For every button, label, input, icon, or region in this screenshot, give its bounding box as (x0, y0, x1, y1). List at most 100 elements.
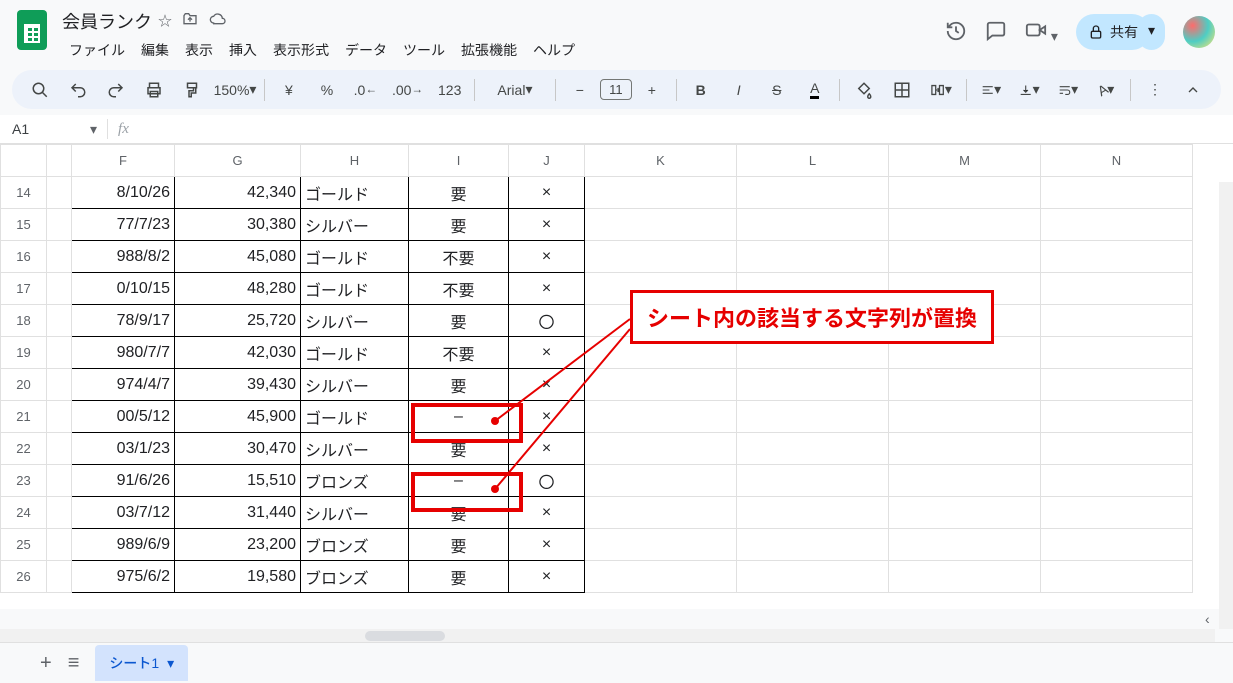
cell[interactable]: × (509, 177, 585, 209)
cell[interactable] (585, 209, 737, 241)
cell[interactable] (889, 497, 1041, 529)
name-box[interactable]: A1 (12, 117, 80, 141)
cell[interactable]: 77/7/23 (72, 209, 175, 241)
vertical-scrollbar[interactable] (1219, 182, 1233, 629)
explore-icon[interactable]: ‹ (1205, 611, 1229, 635)
cell[interactable]: 974/4/7 (72, 369, 175, 401)
increase-decimal-icon[interactable]: .00→ (386, 76, 430, 104)
cell[interactable] (585, 465, 737, 497)
cell[interactable] (737, 497, 889, 529)
cell[interactable] (47, 337, 72, 369)
select-all-corner[interactable] (1, 145, 47, 177)
cell[interactable] (1041, 497, 1193, 529)
account-avatar[interactable] (1183, 16, 1215, 48)
print-icon[interactable] (136, 75, 172, 105)
cell[interactable]: シルバー (301, 209, 409, 241)
cell[interactable]: 25,720 (175, 305, 301, 337)
merge-cells-icon[interactable]: ▾ (922, 75, 960, 105)
row-header[interactable]: 18 (1, 305, 47, 337)
cell[interactable]: × (509, 433, 585, 465)
cell[interactable]: 31,440 (175, 497, 301, 529)
cell[interactable] (47, 561, 72, 593)
cell[interactable]: シルバー (301, 433, 409, 465)
cell[interactable]: 15,510 (175, 465, 301, 497)
column-header[interactable]: L (737, 145, 889, 177)
row-header[interactable]: 19 (1, 337, 47, 369)
cell[interactable]: 要 (409, 209, 509, 241)
more-formats-icon[interactable]: 123 (431, 76, 468, 104)
cell[interactable]: 要 (409, 177, 509, 209)
row-header[interactable]: 21 (1, 401, 47, 433)
cell[interactable]: × (509, 561, 585, 593)
cell[interactable]: 0/10/15 (72, 273, 175, 305)
cell[interactable]: シルバー (301, 305, 409, 337)
row-header[interactable]: 15 (1, 209, 47, 241)
percent-icon[interactable]: % (309, 76, 345, 104)
cell[interactable] (585, 497, 737, 529)
cell[interactable] (47, 465, 72, 497)
column-header[interactable]: H (301, 145, 409, 177)
menu-view[interactable]: 表示 (178, 36, 220, 64)
cell[interactable]: – (409, 401, 509, 433)
column-header[interactable]: I (409, 145, 509, 177)
cell[interactable] (585, 369, 737, 401)
fill-color-icon[interactable] (846, 75, 882, 105)
cell[interactable] (1041, 369, 1193, 401)
cell[interactable]: × (509, 241, 585, 273)
cell[interactable]: 78/9/17 (72, 305, 175, 337)
currency-yen-icon[interactable]: ¥ (271, 76, 307, 104)
cell[interactable]: 42,030 (175, 337, 301, 369)
cell[interactable] (889, 561, 1041, 593)
paint-format-icon[interactable] (174, 75, 210, 105)
cell[interactable] (889, 209, 1041, 241)
row-header[interactable]: 23 (1, 465, 47, 497)
cell[interactable] (737, 369, 889, 401)
cell[interactable] (1041, 209, 1193, 241)
cell[interactable] (1041, 529, 1193, 561)
cell[interactable]: 45,900 (175, 401, 301, 433)
cell[interactable]: ブロンズ (301, 561, 409, 593)
strikethrough-icon[interactable]: S (759, 76, 795, 104)
cell[interactable]: ゴールド (301, 337, 409, 369)
cell[interactable]: シルバー (301, 369, 409, 401)
cell[interactable]: 00/5/12 (72, 401, 175, 433)
cell[interactable]: シルバー (301, 497, 409, 529)
row-header[interactable]: 26 (1, 561, 47, 593)
menu-edit[interactable]: 編集 (134, 36, 176, 64)
cell[interactable]: 要 (409, 497, 509, 529)
cell[interactable]: 8/10/26 (72, 177, 175, 209)
cell[interactable]: 45,080 (175, 241, 301, 273)
cell[interactable]: 39,430 (175, 369, 301, 401)
cell[interactable] (737, 465, 889, 497)
cell[interactable] (889, 369, 1041, 401)
history-icon[interactable] (945, 20, 967, 45)
spreadsheet-grid[interactable]: F G H I J K L M N 148/10/2642,340ゴールド要×1… (0, 144, 1233, 609)
document-title[interactable]: 会員ランク (62, 8, 152, 34)
font-size-increase[interactable]: + (634, 76, 670, 104)
more-toolbar-icon[interactable]: ⋮ (1137, 75, 1173, 104)
menu-tools[interactable]: ツール (396, 36, 452, 64)
cell[interactable]: 988/8/2 (72, 241, 175, 273)
all-sheets-button[interactable]: ≡ (68, 652, 80, 675)
add-sheet-button[interactable]: + (40, 652, 52, 675)
cell[interactable] (1041, 273, 1193, 305)
cell[interactable] (47, 241, 72, 273)
comments-icon[interactable] (985, 20, 1007, 45)
menu-help[interactable]: ヘルプ (526, 36, 582, 64)
rotate-icon[interactable]: A ▾ (1088, 75, 1124, 104)
h-align-icon[interactable]: ▾ (973, 75, 1009, 104)
row-header[interactable]: 24 (1, 497, 47, 529)
cell[interactable] (737, 209, 889, 241)
cell[interactable] (1041, 401, 1193, 433)
cell[interactable] (585, 401, 737, 433)
cell[interactable]: 〇 (509, 305, 585, 337)
cell[interactable] (585, 529, 737, 561)
cell[interactable]: × (509, 337, 585, 369)
cell[interactable]: ブロンズ (301, 465, 409, 497)
cell[interactable]: × (509, 497, 585, 529)
font-size-input[interactable]: 11 (600, 79, 632, 100)
cell[interactable] (585, 561, 737, 593)
share-dropdown[interactable]: ▾ (1138, 14, 1165, 50)
row-header[interactable]: 16 (1, 241, 47, 273)
cell[interactable]: ゴールド (301, 241, 409, 273)
